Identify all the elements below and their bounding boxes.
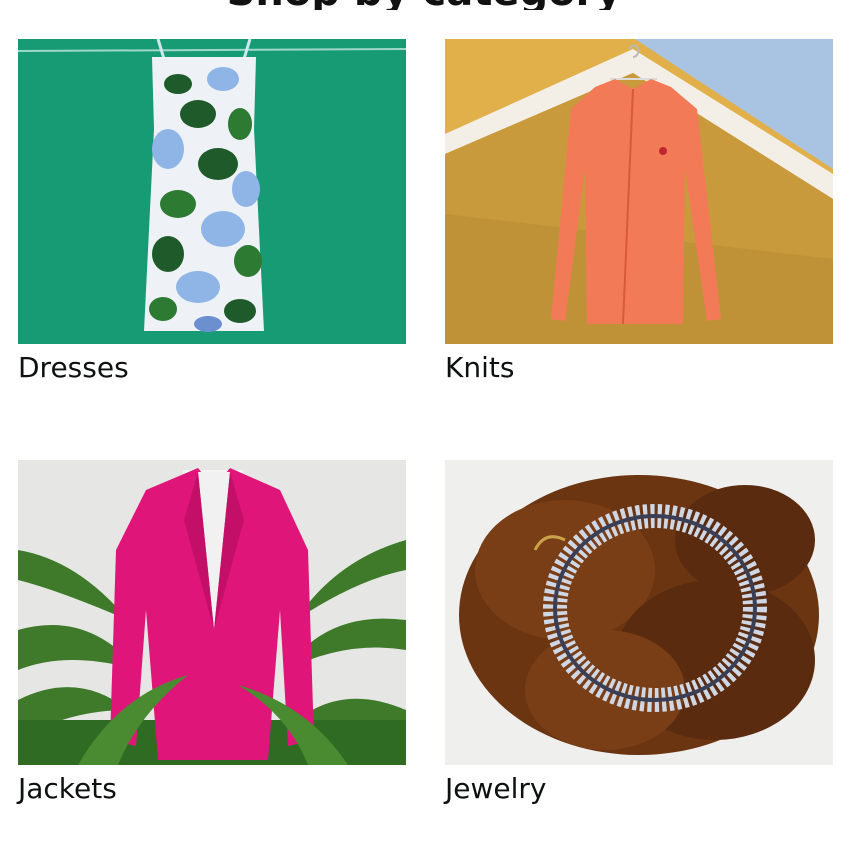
crystal-necklace-picture: [445, 460, 833, 765]
category-card-jackets[interactable]: NO RKI Jackets: [18, 460, 406, 808]
category-card-dresses[interactable]: Dresses: [18, 39, 406, 387]
knits-image[interactable]: [445, 39, 833, 344]
jewelry-image[interactable]: [445, 460, 833, 765]
category-grid-page: Shop by category: [0, 0, 848, 848]
coral-cardigan-picture: [445, 39, 833, 344]
category-label-jewelry[interactable]: Jewelry: [445, 770, 833, 808]
category-card-knits[interactable]: Knits: [445, 39, 833, 387]
category-label-jackets[interactable]: Jackets: [18, 770, 406, 808]
category-card-jewelry[interactable]: Jewelry: [445, 460, 833, 808]
floral-dress-picture: [18, 39, 406, 344]
page-heading: Shop by category: [0, 0, 848, 10]
category-label-knits[interactable]: Knits: [445, 349, 833, 387]
heading-clip: Shop by category: [0, 0, 848, 10]
pink-blazer-picture: NO RKI: [18, 460, 406, 765]
category-label-dresses[interactable]: Dresses: [18, 349, 406, 387]
jackets-image[interactable]: NO RKI: [18, 460, 406, 765]
dresses-image[interactable]: [18, 39, 406, 344]
